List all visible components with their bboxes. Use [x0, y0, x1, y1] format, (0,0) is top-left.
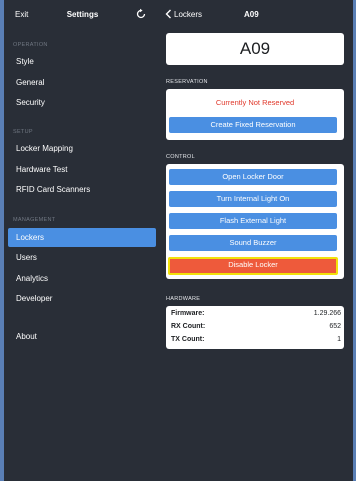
- sidebar-item-rfid-card-scanners[interactable]: RFID Card Scanners: [8, 180, 156, 199]
- hardware-card: Firmware: 1.29.266 RX Count: 652 TX Coun…: [166, 306, 344, 349]
- hardware-key: RX Count:: [171, 323, 206, 330]
- section-label-reservation: RESERVATION: [166, 79, 208, 85]
- sidebar-header: Exit Settings: [4, 0, 161, 32]
- settings-sidebar: Exit Settings OPERATION Style General Se…: [4, 0, 161, 481]
- locker-id-display: A09: [166, 33, 344, 65]
- sidebar-item-lockers[interactable]: Lockers: [8, 228, 156, 247]
- internal-light-button[interactable]: Turn Internal Light On: [169, 191, 337, 207]
- sidebar-item-about[interactable]: About: [8, 327, 156, 346]
- create-fixed-reservation-button[interactable]: Create Fixed Reservation: [169, 117, 337, 133]
- sidebar-item-analytics[interactable]: Analytics: [8, 269, 156, 288]
- section-label-management: MANAGEMENT: [13, 217, 56, 223]
- section-label-control: CONTROL: [166, 154, 195, 160]
- disable-locker-button[interactable]: Disable Locker: [168, 257, 338, 275]
- locker-detail-panel: Lockers A09 A09 RESERVATION Currently No…: [161, 0, 353, 481]
- sidebar-item-developer[interactable]: Developer: [8, 289, 156, 308]
- sidebar-item-hardware-test[interactable]: Hardware Test: [8, 160, 156, 179]
- chevron-left-icon: [165, 9, 171, 19]
- hardware-value: 652: [329, 323, 341, 330]
- sound-buzzer-button[interactable]: Sound Buzzer: [169, 235, 337, 251]
- section-label-hardware: HARDWARE: [166, 296, 201, 302]
- reservation-card: Currently Not Reserved Create Fixed Rese…: [166, 89, 344, 140]
- hardware-row-tx-count: TX Count: 1: [171, 334, 341, 347]
- hardware-value: 1.29.266: [313, 310, 341, 317]
- sidebar-item-general[interactable]: General: [8, 73, 156, 92]
- hardware-row-rx-count: RX Count: 652: [171, 321, 341, 334]
- section-label-operation: OPERATION: [13, 42, 48, 48]
- back-button-label: Lockers: [174, 10, 203, 19]
- hardware-value: 1: [337, 336, 341, 343]
- section-label-setup: SETUP: [13, 129, 33, 135]
- refresh-icon[interactable]: [135, 8, 147, 20]
- sidebar-item-users[interactable]: Users: [8, 248, 156, 267]
- hardware-key: Firmware:: [171, 310, 205, 317]
- open-locker-door-button[interactable]: Open Locker Door: [169, 169, 337, 185]
- sidebar-item-security[interactable]: Security: [8, 93, 156, 112]
- control-card: Open Locker Door Turn Internal Light On …: [166, 164, 344, 279]
- hardware-row-firmware: Firmware: 1.29.266: [171, 308, 341, 321]
- hardware-key: TX Count:: [171, 336, 205, 343]
- sidebar-item-style[interactable]: Style: [8, 52, 156, 71]
- page-title: A09: [244, 10, 259, 19]
- sidebar-item-locker-mapping[interactable]: Locker Mapping: [8, 139, 156, 158]
- flash-external-light-button[interactable]: Flash External Light: [169, 213, 337, 229]
- reservation-status: Currently Not Reserved: [215, 98, 295, 107]
